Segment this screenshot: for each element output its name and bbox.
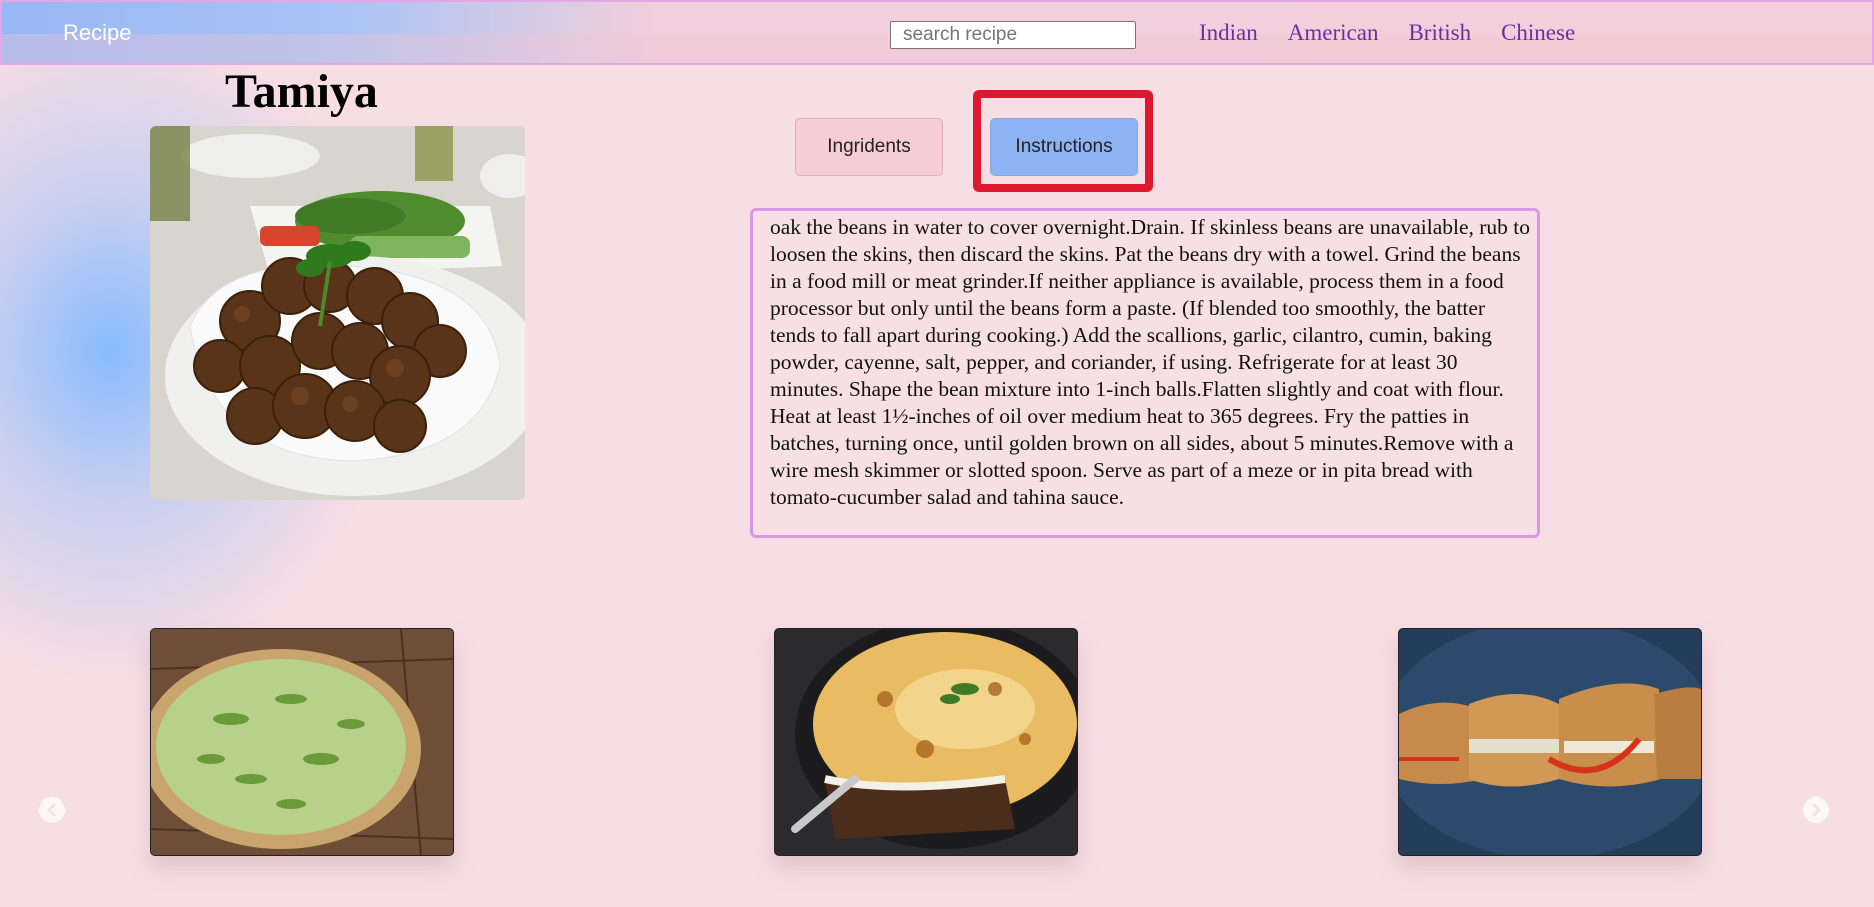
recipe-image bbox=[150, 126, 525, 500]
falafel-photo bbox=[150, 126, 525, 500]
quiche-photo bbox=[151, 629, 453, 855]
instructions-panel: oak the beans in water to cover overnigh… bbox=[750, 208, 1540, 538]
carousel-card-sandwich[interactable] bbox=[1398, 628, 1702, 856]
carousel-prev-button[interactable] bbox=[39, 797, 65, 823]
nav-link-american[interactable]: American bbox=[1288, 20, 1379, 46]
carousel-next-button[interactable] bbox=[1803, 797, 1829, 823]
sandwich-photo bbox=[1399, 629, 1701, 855]
search-input[interactable] bbox=[890, 21, 1136, 49]
tab-ingredients[interactable]: Ingridents bbox=[795, 118, 943, 176]
carousel-card-moussaka[interactable] bbox=[774, 628, 1078, 856]
nav-link-indian[interactable]: Indian bbox=[1199, 20, 1258, 46]
navbar: Recipe Indian American British Chinese bbox=[0, 0, 1874, 65]
recipe-title: Tamiya bbox=[225, 65, 378, 118]
nav-link-chinese[interactable]: Chinese bbox=[1501, 20, 1575, 46]
chevron-left-icon bbox=[47, 803, 56, 817]
cuisine-nav: Indian American British Chinese bbox=[1199, 20, 1575, 46]
brand-logo[interactable]: Recipe bbox=[63, 20, 131, 46]
carousel-card-quiche[interactable] bbox=[150, 628, 454, 856]
moussaka-photo bbox=[775, 629, 1077, 855]
nav-link-british[interactable]: British bbox=[1408, 20, 1471, 46]
chevron-right-icon bbox=[1812, 803, 1821, 817]
tab-instructions[interactable]: Instructions bbox=[990, 118, 1138, 176]
